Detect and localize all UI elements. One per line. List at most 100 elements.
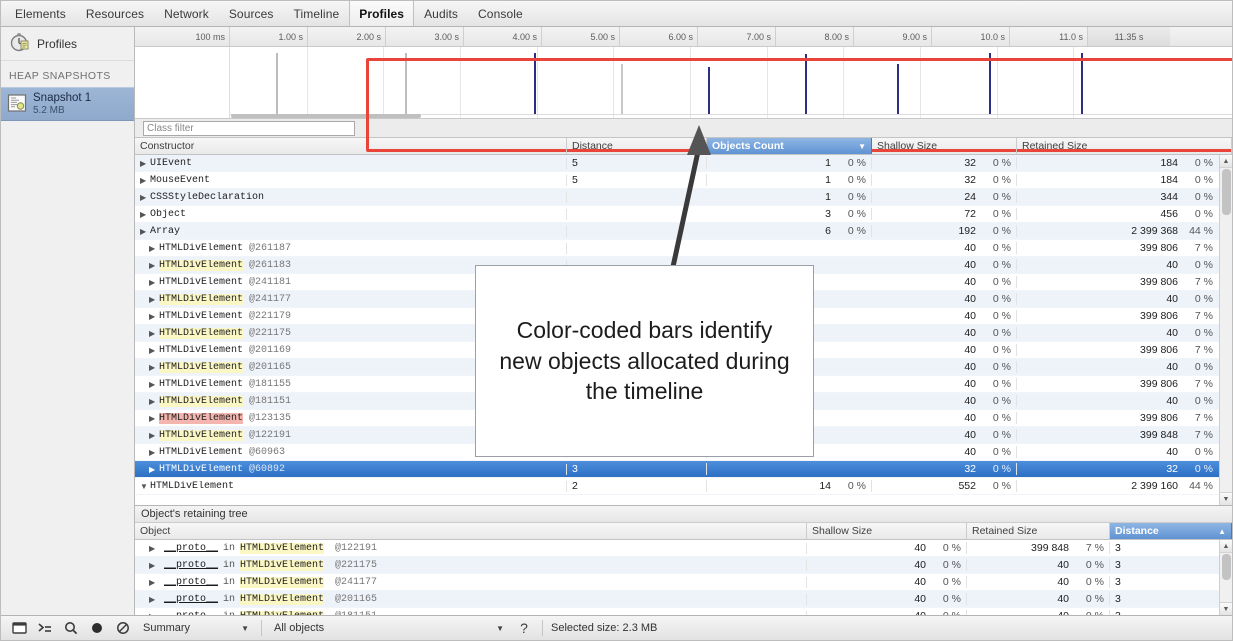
expand-triangle-icon[interactable]: ▶ (149, 261, 157, 270)
tab-sources[interactable]: Sources (219, 1, 284, 26)
column-header-retained-size[interactable]: Retained Size (1017, 138, 1232, 154)
tab-elements[interactable]: Elements (5, 1, 76, 26)
help-button[interactable]: ? (512, 617, 536, 639)
dock-to-window-button[interactable] (7, 617, 31, 639)
retaining-tree-grid-body[interactable]: ▶__proto__inHTMLDivElement@122191400 %39… (135, 540, 1232, 615)
value: 1 (825, 174, 831, 186)
expand-triangle-icon[interactable]: ▶ (149, 414, 157, 423)
expand-triangle-icon[interactable]: ▶ (149, 312, 157, 321)
expand-triangle-icon[interactable]: ▶ (149, 346, 157, 355)
expand-triangle-icon[interactable]: ▶ (149, 295, 157, 304)
percentage: 0 % (935, 576, 961, 588)
scroll-up-icon[interactable]: ▲ (1220, 155, 1232, 168)
expand-triangle-icon[interactable]: ▶ (140, 159, 148, 168)
ruler-tick: 100 ms (135, 27, 230, 46)
allocation-bar[interactable] (405, 53, 407, 114)
column-header-objects-count[interactable]: Objects Count ▼ (707, 138, 872, 154)
allocation-bar[interactable] (1081, 53, 1083, 114)
scroll-thumb[interactable] (1222, 554, 1231, 580)
object-id: @261187 (249, 243, 291, 254)
constructor-name: HTMLDivElement (159, 277, 243, 288)
expand-triangle-icon[interactable]: ▶ (140, 193, 148, 202)
expand-triangle-icon[interactable]: ▶ (149, 561, 157, 570)
constructor-name: HTMLDivElement (159, 464, 243, 475)
expand-triangle-icon[interactable]: ▶ (149, 465, 157, 474)
object-filter-select[interactable]: All objects ▼ (268, 617, 510, 639)
sidebar-item-snapshot-1[interactable]: Snapshot 1 5.2 MB (1, 87, 134, 121)
tab-timeline[interactable]: Timeline (284, 1, 350, 26)
percentage: 7 % (1187, 310, 1213, 322)
expand-triangle-icon[interactable]: ▶ (149, 329, 157, 338)
column-header-shallow-size[interactable]: Shallow Size (872, 138, 1017, 154)
expand-triangle-icon[interactable]: ▶ (149, 595, 157, 604)
object-id: @181155 (249, 379, 291, 390)
percentage: 0 % (985, 361, 1011, 373)
table-row[interactable]: ▶__proto__inHTMLDivElement@122191400 %39… (135, 540, 1232, 557)
scroll-thumb[interactable] (1222, 169, 1231, 215)
overview-gridline (997, 47, 998, 118)
table-row[interactable]: ▶__proto__inHTMLDivElement@221175400 %40… (135, 557, 1232, 574)
main-grid-scrollbar[interactable]: ▲ ▼ (1219, 155, 1232, 505)
view-mode-select[interactable]: Summary ▼ (137, 617, 255, 639)
object-id: @261183 (249, 260, 291, 271)
column-header-shallow-size[interactable]: Shallow Size (807, 523, 967, 539)
clear-profiles-button[interactable] (111, 617, 135, 639)
scroll-down-icon[interactable]: ▼ (1220, 492, 1232, 505)
expand-triangle-icon[interactable]: ▶ (149, 278, 157, 287)
value: 40 (964, 378, 976, 390)
overview-gridline (920, 47, 921, 118)
overview-scroll-thumb[interactable] (231, 114, 421, 118)
expand-triangle-icon[interactable]: ▶ (149, 578, 157, 587)
collapse-triangle-icon[interactable]: ▼ (140, 482, 148, 491)
expand-triangle-icon[interactable]: ▶ (149, 380, 157, 389)
ruler-tick: 1.00 s (230, 27, 308, 46)
ruler-tick-label: 100 ms (195, 32, 225, 42)
retaining-tree-scrollbar[interactable]: ▲ ▼ (1219, 540, 1232, 615)
value: 399 806 (1140, 344, 1178, 356)
allocation-bar[interactable] (276, 53, 278, 114)
search-button[interactable] (59, 617, 83, 639)
allocation-bar[interactable] (708, 67, 710, 114)
column-header-constructor[interactable]: Constructor (135, 138, 567, 154)
expand-triangle-icon[interactable]: ▶ (149, 363, 157, 372)
table-row[interactable]: ▶__proto__inHTMLDivElement@241177400 %40… (135, 574, 1232, 591)
table-row[interactable]: ▶HTMLDivElement@608923320 %320 % (135, 461, 1232, 478)
percentage: 0 % (985, 463, 1011, 475)
tab-profiles[interactable]: Profiles (349, 1, 414, 26)
class-filter-input[interactable] (143, 121, 355, 136)
expand-triangle-icon[interactable]: ▶ (149, 431, 157, 440)
allocation-timeline-overview[interactable] (135, 47, 1232, 119)
allocation-bar[interactable] (621, 64, 623, 114)
tab-audits[interactable]: Audits (414, 1, 468, 26)
expand-triangle-icon[interactable]: ▶ (140, 227, 148, 236)
column-header-retained-size[interactable]: Retained Size (967, 523, 1110, 539)
scroll-up-icon[interactable]: ▲ (1220, 540, 1232, 553)
allocation-bar[interactable] (897, 64, 899, 114)
take-heap-snapshot-button[interactable] (85, 617, 109, 639)
allocation-bar[interactable] (534, 53, 536, 114)
table-row[interactable]: ▶__proto__inHTMLDivElement@181151400 %40… (135, 608, 1232, 615)
percentage: 0 % (985, 446, 1011, 458)
scroll-down-icon[interactable]: ▼ (1220, 602, 1232, 615)
table-row[interactable]: ▼HTMLDivElement2140 %5520 %2 399 16044 % (135, 478, 1232, 495)
expand-triangle-icon[interactable]: ▶ (149, 397, 157, 406)
allocation-bar[interactable] (989, 53, 991, 114)
tab-console[interactable]: Console (468, 1, 533, 26)
tab-resources[interactable]: Resources (76, 1, 154, 26)
table-row[interactable]: ▶__proto__inHTMLDivElement@201165400 %40… (135, 591, 1232, 608)
expand-triangle-icon[interactable]: ▶ (149, 544, 157, 553)
allocation-bar[interactable] (805, 54, 807, 114)
overview-bars-area[interactable] (230, 47, 1150, 118)
cell-retained-size: 400 % (1017, 259, 1232, 271)
expand-triangle-icon[interactable]: ▶ (149, 448, 157, 457)
expand-triangle-icon[interactable]: ▶ (140, 176, 148, 185)
object-id: @60892 (249, 464, 285, 475)
cell-shallow-size: 400 % (872, 344, 1017, 356)
cell-shallow-size: 320 % (872, 157, 1017, 169)
expand-triangle-icon[interactable]: ▶ (140, 210, 148, 219)
expand-triangle-icon[interactable]: ▶ (149, 244, 157, 253)
column-header-distance[interactable]: Distance ▲ (1110, 523, 1232, 539)
tab-network[interactable]: Network (154, 1, 219, 26)
show-console-button[interactable] (33, 617, 57, 639)
column-header-object[interactable]: Object (135, 523, 807, 539)
